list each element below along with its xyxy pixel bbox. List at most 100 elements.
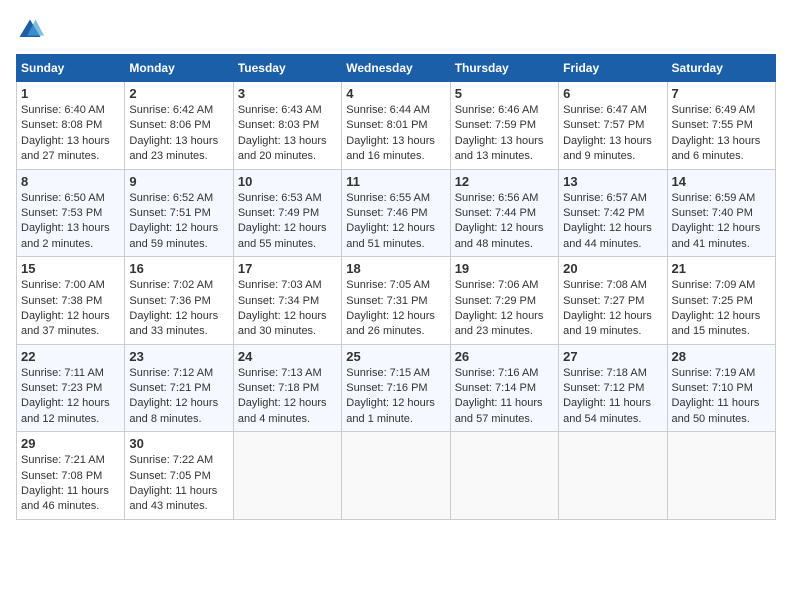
day-info: Sunrise: 7:06 AMSunset: 7:29 PMDaylight:… [455, 278, 554, 340]
table-cell: 3 Sunrise: 6:43 AMSunset: 8:03 PMDaylight… [233, 82, 341, 170]
table-cell: 23 Sunrise: 7:12 AMSunset: 7:21 PMDayligh… [125, 344, 233, 432]
day-number: 12 [455, 174, 554, 189]
table-cell: 10Sunrise: 6:53 AMSunset: 7:49 PMDayligh… [233, 169, 341, 257]
table-cell: 5 Sunrise: 6:46 AMSunset: 7:59 PMDaylight… [450, 82, 558, 170]
day-info: Sunrise: 6:40 AMSunset: 8:08 PMDaylight:… [21, 103, 120, 165]
day-number: 5 [455, 86, 554, 101]
table-cell: 14Sunrise: 6:59 AMSunset: 7:40 PMDayligh… [667, 169, 775, 257]
table-cell: 26 Sunrise: 7:16 AMSunset: 7:14 PMDayligh… [450, 344, 558, 432]
day-number: 30 [129, 436, 228, 451]
day-info: Sunrise: 6:56 AMSunset: 7:44 PMDaylight:… [455, 191, 554, 253]
day-info: Sunrise: 6:49 AMSunset: 7:55 PMDaylight:… [672, 103, 771, 165]
table-cell [450, 432, 558, 520]
day-number: 3 [238, 86, 337, 101]
day-number: 2 [129, 86, 228, 101]
day-number: 27 [563, 349, 662, 364]
table-cell: 28Sunrise: 7:19 AMSunset: 7:10 PMDayligh… [667, 344, 775, 432]
day-info: Sunrise: 7:03 AMSunset: 7:34 PMDaylight:… [238, 278, 337, 340]
day-info: Sunrise: 6:44 AMSunset: 8:01 PMDaylight:… [346, 103, 445, 165]
table-cell: 7 Sunrise: 6:49 AMSunset: 7:55 PMDaylight… [667, 82, 775, 170]
day-info: Sunrise: 7:18 AMSunset: 7:12 PMDaylight:… [563, 366, 662, 428]
day-number: 22 [21, 349, 120, 364]
day-info: Sunrise: 7:15 AMSunset: 7:16 PMDaylight:… [346, 366, 445, 428]
table-cell: 1Sunrise: 6:40 AMSunset: 8:08 PMDaylight… [17, 82, 125, 170]
day-info: Sunrise: 6:50 AMSunset: 7:53 PMDaylight:… [21, 191, 120, 253]
table-cell: 11 Sunrise: 6:55 AMSunset: 7:46 PMDayligh… [342, 169, 450, 257]
day-number: 6 [563, 86, 662, 101]
day-number: 8 [21, 174, 120, 189]
table-cell: 12 Sunrise: 6:56 AMSunset: 7:44 PMDayligh… [450, 169, 558, 257]
day-number: 26 [455, 349, 554, 364]
col-friday: Friday [559, 55, 667, 82]
table-cell: 21 Sunrise: 7:09 AMSunset: 7:25 PMDayligh… [667, 257, 775, 345]
col-wednesday: Wednesday [342, 55, 450, 82]
table-cell: 25 Sunrise: 7:15 AMSunset: 7:16 PMDayligh… [342, 344, 450, 432]
calendar-table: Sunday Monday Tuesday Wednesday Thursday… [16, 54, 776, 520]
day-info: Sunrise: 7:11 AMSunset: 7:23 PMDaylight:… [21, 366, 120, 428]
table-cell [342, 432, 450, 520]
day-info: Sunrise: 7:19 AMSunset: 7:10 PMDaylight:… [672, 366, 771, 428]
col-saturday: Saturday [667, 55, 775, 82]
day-number: 10 [238, 174, 337, 189]
day-info: Sunrise: 6:57 AMSunset: 7:42 PMDaylight:… [563, 191, 662, 253]
calendar-row: 22 Sunrise: 7:11 AMSunset: 7:23 PMDayligh… [17, 344, 776, 432]
table-cell: 18Sunrise: 7:05 AMSunset: 7:31 PMDayligh… [342, 257, 450, 345]
day-info: Sunrise: 7:08 AMSunset: 7:27 PMDaylight:… [563, 278, 662, 340]
day-info: Sunrise: 7:16 AMSunset: 7:14 PMDaylight:… [455, 366, 554, 428]
col-tuesday: Tuesday [233, 55, 341, 82]
day-info: Sunrise: 7:05 AMSunset: 7:31 PMDaylight:… [346, 278, 445, 340]
table-cell: 8 Sunrise: 6:50 AMSunset: 7:53 PMDaylight… [17, 169, 125, 257]
col-monday: Monday [125, 55, 233, 82]
day-info: Sunrise: 6:59 AMSunset: 7:40 PMDaylight:… [672, 191, 771, 253]
table-cell: 22 Sunrise: 7:11 AMSunset: 7:23 PMDayligh… [17, 344, 125, 432]
header-row: Sunday Monday Tuesday Wednesday Thursday… [17, 55, 776, 82]
calendar-row: 29 Sunrise: 7:21 AMSunset: 7:08 PMDayligh… [17, 432, 776, 520]
table-cell: 17 Sunrise: 7:03 AMSunset: 7:34 PMDayligh… [233, 257, 341, 345]
table-cell: 29 Sunrise: 7:21 AMSunset: 7:08 PMDayligh… [17, 432, 125, 520]
day-number: 13 [563, 174, 662, 189]
day-number: 16 [129, 261, 228, 276]
logo [16, 16, 48, 44]
day-number: 23 [129, 349, 228, 364]
table-cell [559, 432, 667, 520]
day-info: Sunrise: 6:55 AMSunset: 7:46 PMDaylight:… [346, 191, 445, 253]
day-info: Sunrise: 7:12 AMSunset: 7:21 PMDaylight:… [129, 366, 228, 428]
table-cell: 9 Sunrise: 6:52 AMSunset: 7:51 PMDaylight… [125, 169, 233, 257]
day-info: Sunrise: 6:43 AMSunset: 8:03 PMDaylight:… [238, 103, 337, 165]
calendar-row: 8 Sunrise: 6:50 AMSunset: 7:53 PMDaylight… [17, 169, 776, 257]
day-info: Sunrise: 7:21 AMSunset: 7:08 PMDaylight:… [21, 453, 120, 515]
day-number: 9 [129, 174, 228, 189]
day-number: 17 [238, 261, 337, 276]
table-cell: 13 Sunrise: 6:57 AMSunset: 7:42 PMDayligh… [559, 169, 667, 257]
day-number: 11 [346, 174, 445, 189]
day-info: Sunrise: 6:42 AMSunset: 8:06 PMDaylight:… [129, 103, 228, 165]
day-number: 7 [672, 86, 771, 101]
table-cell: 20Sunrise: 7:08 AMSunset: 7:27 PMDayligh… [559, 257, 667, 345]
table-cell: 15 Sunrise: 7:00 AMSunset: 7:38 PMDayligh… [17, 257, 125, 345]
table-cell: 24 Sunrise: 7:13 AMSunset: 7:18 PMDayligh… [233, 344, 341, 432]
table-cell: 30 Sunrise: 7:22 AMSunset: 7:05 PMDayligh… [125, 432, 233, 520]
day-number: 21 [672, 261, 771, 276]
day-info: Sunrise: 7:22 AMSunset: 7:05 PMDaylight:… [129, 453, 228, 515]
day-info: Sunrise: 6:46 AMSunset: 7:59 PMDaylight:… [455, 103, 554, 165]
calendar-row: 15 Sunrise: 7:00 AMSunset: 7:38 PMDayligh… [17, 257, 776, 345]
day-info: Sunrise: 7:09 AMSunset: 7:25 PMDaylight:… [672, 278, 771, 340]
day-number: 25 [346, 349, 445, 364]
day-info: Sunrise: 6:52 AMSunset: 7:51 PMDaylight:… [129, 191, 228, 253]
table-cell [233, 432, 341, 520]
day-number: 15 [21, 261, 120, 276]
logo-icon [16, 16, 44, 44]
table-cell: 4 Sunrise: 6:44 AMSunset: 8:01 PMDaylight… [342, 82, 450, 170]
day-number: 4 [346, 86, 445, 101]
day-number: 29 [21, 436, 120, 451]
day-info: Sunrise: 7:13 AMSunset: 7:18 PMDaylight:… [238, 366, 337, 428]
table-cell: 16Sunrise: 7:02 AMSunset: 7:36 PMDayligh… [125, 257, 233, 345]
day-info: Sunrise: 6:47 AMSunset: 7:57 PMDaylight:… [563, 103, 662, 165]
day-info: Sunrise: 7:00 AMSunset: 7:38 PMDaylight:… [21, 278, 120, 340]
day-number: 19 [455, 261, 554, 276]
table-cell: 27 Sunrise: 7:18 AMSunset: 7:12 PMDayligh… [559, 344, 667, 432]
col-sunday: Sunday [17, 55, 125, 82]
table-cell: 19 Sunrise: 7:06 AMSunset: 7:29 PMDayligh… [450, 257, 558, 345]
table-cell: 2 Sunrise: 6:42 AMSunset: 8:06 PMDaylight… [125, 82, 233, 170]
day-number: 24 [238, 349, 337, 364]
